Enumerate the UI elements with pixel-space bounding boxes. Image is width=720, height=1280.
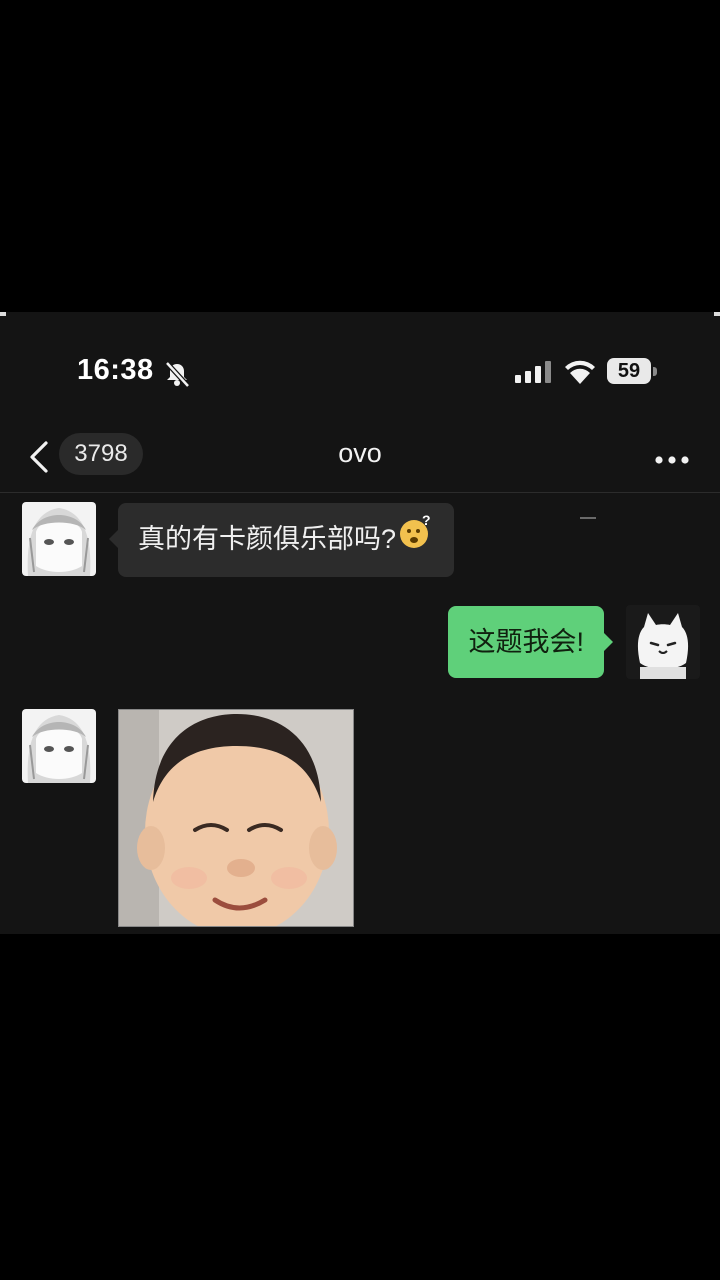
- nav-bar: 3798 ovo: [0, 422, 720, 492]
- message-text: 这题我会!: [468, 627, 584, 657]
- signal-icon: [515, 361, 553, 388]
- image-message[interactable]: [118, 709, 354, 927]
- chat-screen: 16:38 59 3798 ovo 真的有卡颜俱乐部吗? ? 这题我会!: [0, 312, 720, 934]
- nav-divider: [0, 492, 720, 493]
- message-bubble-outgoing[interactable]: 这题我会!: [448, 606, 613, 678]
- chat-title: ovo: [338, 438, 382, 468]
- clock: 16:38: [77, 354, 154, 386]
- message-bubble-incoming[interactable]: 真的有卡颜俱乐部吗? ?: [108, 503, 455, 577]
- bell-slash-icon: [163, 360, 191, 393]
- message-text: 真的有卡颜俱乐部吗?: [138, 524, 397, 554]
- battery-tip: [653, 367, 657, 376]
- my-avatar[interactable]: [626, 605, 700, 679]
- avatar[interactable]: [22, 502, 96, 576]
- wifi-icon: [564, 358, 596, 389]
- svg-text:?: ?: [422, 514, 431, 528]
- thinking-emoji-icon: ?: [398, 505, 434, 577]
- avatar[interactable]: [22, 709, 96, 783]
- status-bar: 16:38 59: [0, 312, 720, 422]
- more-icon[interactable]: [654, 452, 690, 470]
- status-mark: [580, 517, 596, 519]
- battery-icon: 59: [607, 358, 651, 384]
